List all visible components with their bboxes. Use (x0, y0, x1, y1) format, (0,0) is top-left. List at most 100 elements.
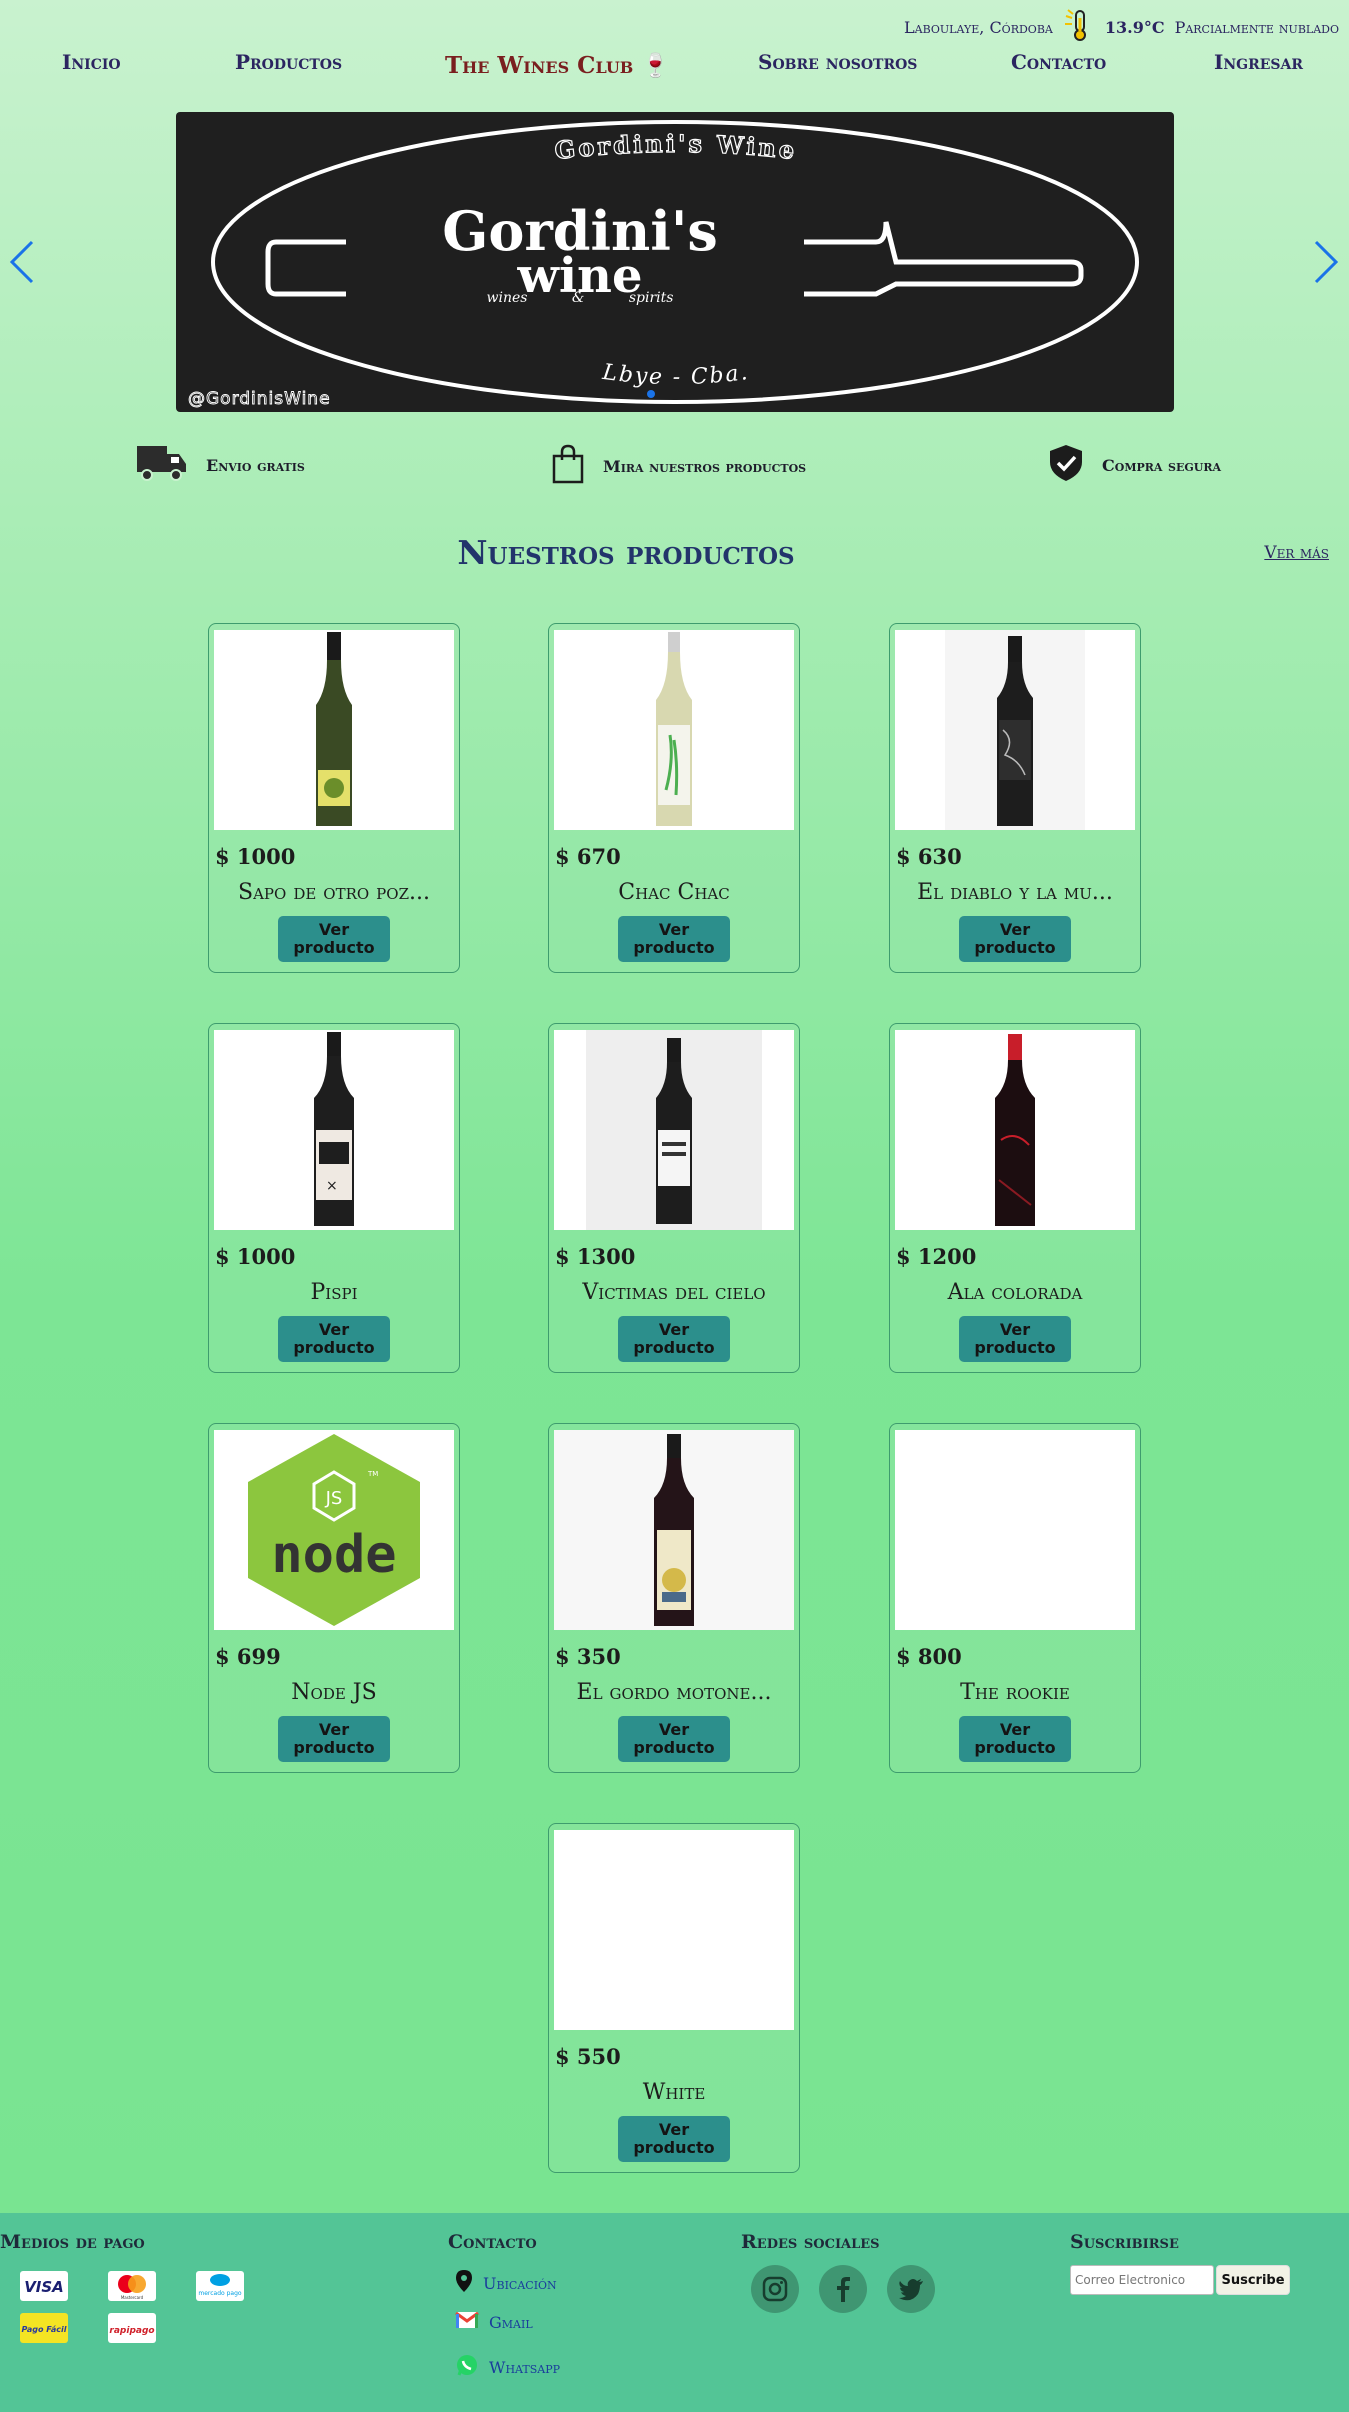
newsletter-email-input[interactable] (1070, 2265, 1214, 2295)
view-product-button[interactable]: Ver producto (618, 1716, 730, 1762)
instagram-link[interactable] (751, 2265, 799, 2313)
gmail-icon (455, 2311, 479, 2333)
product-image-victimas[interactable] (554, 1030, 794, 1230)
gordinis-wine-banner: Gordini's Wine Gordini's wine wines & sp… (188, 120, 1139, 409)
view-product-button[interactable]: Ver producto (278, 916, 390, 962)
view-product-button[interactable]: Ver producto (959, 1316, 1071, 1362)
contact-title: Contacto (448, 2231, 537, 2253)
feature-compra-segura: Compra segura (1048, 444, 1221, 486)
view-product-button[interactable]: Ver producto (618, 1316, 730, 1362)
product-name: Pispi (310, 1280, 358, 1305)
payment-methods-title: Medios de pago (0, 2231, 145, 2253)
carousel-next-button[interactable] (1310, 240, 1340, 284)
product-name: White (642, 2080, 706, 2105)
twitter-link[interactable] (887, 2265, 935, 2313)
hero-carousel[interactable]: Gordini's Wine Gordini's wine wines & sp… (176, 112, 1174, 412)
contact-location-link[interactable]: Ubicación (455, 2269, 557, 2297)
nav-contacto[interactable]: Contacto (1011, 50, 1106, 74)
nav-brand-logo[interactable]: The Wines Club 🍷 (445, 52, 670, 79)
nav-inicio[interactable]: Inicio (62, 50, 121, 74)
product-image-gordo[interactable] (554, 1430, 794, 1630)
product-card: JS TM node $ 699 Node JS Ver producto (208, 1423, 460, 1773)
feature-productos[interactable]: Mira nuestros productos (551, 444, 806, 488)
mercado-pago-logo: mercado pago (196, 2271, 244, 2301)
products-section-title: Nuestros productos (457, 533, 795, 572)
weather-widget: Laboulaye, Córdoba 13.9°C Parcialmente n… (904, 8, 1339, 46)
product-image-white-wine[interactable] (554, 630, 794, 830)
product-card: × $ 1000 Pispi Ver producto (208, 1023, 460, 1373)
feature-label: Envio gratis (206, 455, 305, 475)
product-name: Ala colorada (947, 1280, 1083, 1305)
product-image-placeholder[interactable] (895, 1430, 1135, 1630)
view-product-button[interactable]: Ver producto (278, 1316, 390, 1362)
view-product-button[interactable]: Ver producto (618, 2116, 730, 2162)
weather-location: Laboulaye, Córdoba (904, 17, 1053, 37)
product-price: $ 1000 (215, 1244, 296, 1269)
instagram-icon (762, 2276, 788, 2302)
visa-logo: VISA (20, 2271, 68, 2301)
product-image-sparkling[interactable] (214, 630, 454, 830)
product-name: Sapo de otro poz... (238, 880, 430, 905)
nodejs-js-text: JS (325, 1488, 343, 1509)
see-more-link[interactable]: Ver más (1264, 543, 1329, 563)
feature-label: Compra segura (1102, 455, 1222, 475)
rapipago-logo: rapipago (108, 2313, 156, 2343)
view-product-button[interactable]: Ver producto (278, 1716, 390, 1762)
map-pin-icon (455, 2269, 473, 2297)
mastercard-text: Mastercard (121, 2295, 144, 2300)
mercado-pago-text: mercado pago (198, 2290, 242, 2297)
nav-productos[interactable]: Productos (235, 50, 342, 74)
svg-text:Gordini's Wine: Gordini's Wine (553, 129, 799, 165)
product-card: $ 350 El gordo motone... Ver producto (548, 1423, 800, 1773)
contact-label: Ubicación (483, 2273, 557, 2293)
chevron-right-icon (1314, 240, 1339, 284)
nav-sobre-nosotros[interactable]: Sobre nosotros (758, 50, 917, 74)
product-card: $ 550 White Ver producto (548, 1823, 800, 2173)
banner-tagline: wines & spirits (487, 290, 674, 306)
product-card: $ 670 Chac Chac Ver producto (548, 623, 800, 973)
product-name: Victimas del cielo (582, 1280, 766, 1305)
banner-arc-top: Gordini's Wine (553, 128, 797, 165)
product-card: $ 1000 Sapo de otro poz... Ver producto (208, 623, 460, 973)
carousel-indicator-dot[interactable] (647, 390, 655, 398)
weather-condition: Parcialmente nublado (1174, 17, 1339, 37)
contact-label: Whatsapp (489, 2357, 560, 2377)
svg-text:×: × (326, 1178, 338, 1194)
view-product-button[interactable]: Ver producto (618, 916, 730, 962)
contact-whatsapp-link[interactable]: Whatsapp (455, 2353, 560, 2381)
product-card: $ 630 El diablo y la mu... Ver producto (889, 623, 1141, 973)
product-image-placeholder[interactable] (554, 1830, 794, 2030)
product-price: $ 1300 (555, 1244, 636, 1269)
site-footer: Medios de pago VISA Mastercard mercado p… (0, 2213, 1349, 2412)
thermometer-sun-icon (1063, 8, 1095, 46)
product-name: El gordo motone... (576, 1680, 772, 1705)
contact-label: Gmail (489, 2312, 533, 2332)
facebook-link[interactable] (819, 2265, 867, 2313)
product-image-dark-label[interactable] (895, 630, 1135, 830)
product-card: $ 1200 Ala colorada Ver producto (889, 1023, 1141, 1373)
product-image-nodejs[interactable]: JS TM node (214, 1430, 454, 1630)
main-nav: Inicio Productos The Wines Club 🍷 Sobre … (0, 46, 1349, 86)
chevron-left-icon (9, 240, 34, 284)
subscribe-button[interactable]: Suscribe (1216, 2265, 1290, 2295)
banner-handle: @GordinisWine (188, 389, 331, 409)
subscribe-title: Suscribirse (1070, 2231, 1179, 2253)
product-price: $ 800 (896, 1644, 962, 1669)
shield-check-icon (1048, 444, 1084, 486)
product-card: $ 1300 Victimas del cielo Ver producto (548, 1023, 800, 1373)
feature-envio-gratis: Envio gratis (136, 444, 305, 486)
shopping-bag-icon (551, 444, 585, 488)
product-image-red-cap[interactable] (895, 1030, 1135, 1230)
nodejs-logo: JS TM node (248, 1434, 420, 1626)
mastercard-logo: Mastercard (108, 2271, 156, 2301)
carousel-prev-button[interactable] (8, 240, 38, 284)
product-name: Node JS (291, 1680, 377, 1705)
product-image-pispi[interactable]: × (214, 1030, 454, 1230)
feature-label: Mira nuestros productos (603, 456, 807, 476)
view-product-button[interactable]: Ver producto (959, 916, 1071, 962)
product-price: $ 1000 (215, 844, 296, 869)
view-product-button[interactable]: Ver producto (959, 1716, 1071, 1762)
nav-ingresar[interactable]: Ingresar (1214, 50, 1303, 74)
facebook-icon (837, 2277, 850, 2302)
contact-gmail-link[interactable]: Gmail (455, 2311, 533, 2333)
